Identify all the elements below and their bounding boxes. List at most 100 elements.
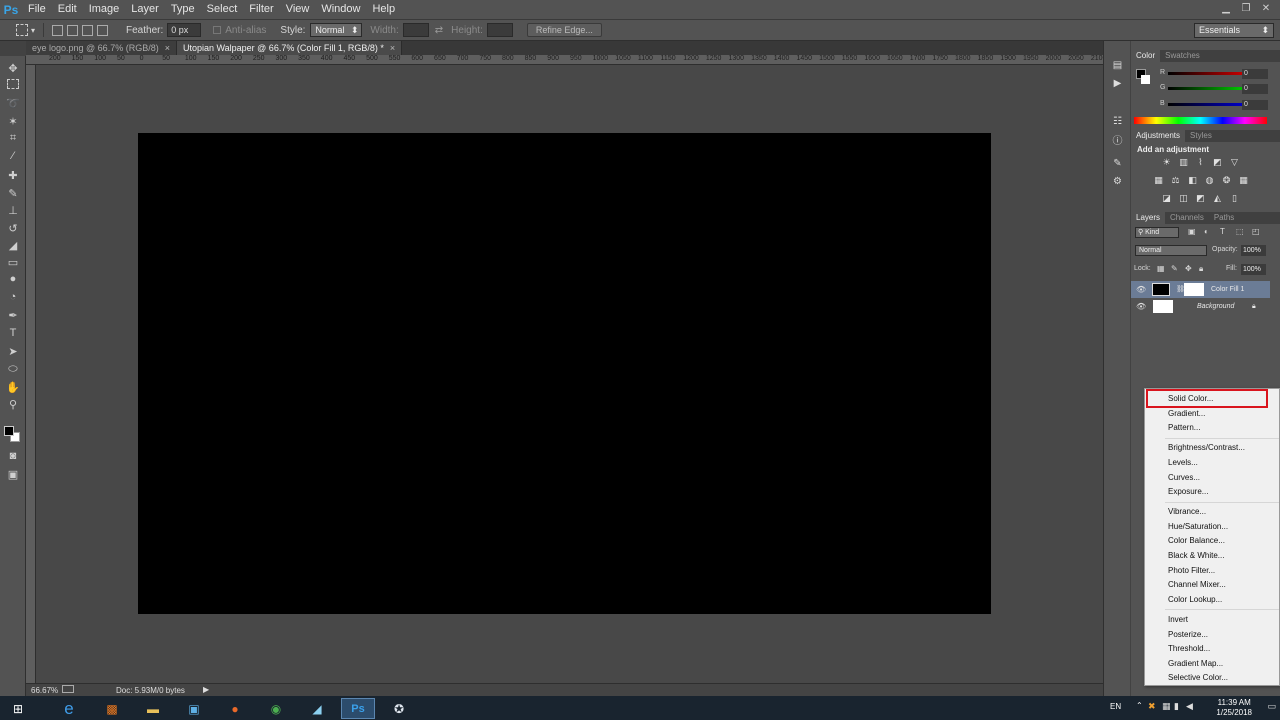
type-filter-icon[interactable]: T <box>1220 227 1225 236</box>
actions-panel-icon[interactable]: ▶ <box>1111 77 1124 90</box>
levels-icon[interactable]: ▥ <box>1178 157 1189 168</box>
app-icon[interactable]: ▣ <box>177 698 211 719</box>
minimize-icon[interactable]: ▁ <box>1218 0 1234 16</box>
invert-icon[interactable]: ◪ <box>1161 193 1172 204</box>
smart-object-filter-icon[interactable]: ◰ <box>1252 227 1260 236</box>
history-brush-icon[interactable]: ↺ <box>6 221 20 235</box>
channel-b-value[interactable]: 0 <box>1242 100 1268 110</box>
close-tab-icon[interactable]: × <box>165 43 170 53</box>
shape-filter-icon[interactable]: ⬚ <box>1236 227 1244 236</box>
menu-item-gradient[interactable]: Gradient... <box>1168 407 1205 420</box>
menu-view[interactable]: View <box>280 0 316 19</box>
firefox-icon[interactable]: ● <box>218 698 252 719</box>
menu-help[interactable]: Help <box>366 0 401 19</box>
height-input[interactable] <box>486 23 513 37</box>
gradient-map-icon[interactable]: ▯ <box>1229 193 1240 204</box>
color-balance-icon[interactable]: ⚖ <box>1170 175 1181 186</box>
tab-styles[interactable]: Styles <box>1185 130 1217 142</box>
clone-stamp-icon[interactable]: ⊥ <box>6 203 20 217</box>
menu-item-photo-filter[interactable]: Photo Filter... <box>1168 564 1215 577</box>
lock-transparent-icon[interactable]: ▦ <box>1157 264 1165 273</box>
pen-tool-icon[interactable]: ✒ <box>6 308 20 322</box>
menu-type[interactable]: Type <box>165 0 201 19</box>
threshold-icon[interactable]: ◩ <box>1195 193 1206 204</box>
anti-alias-checkbox[interactable] <box>213 26 222 34</box>
eyedropper-icon[interactable]: ⁄ <box>6 149 20 163</box>
tab-channels[interactable]: Channels <box>1165 212 1209 224</box>
exposure-icon[interactable]: ◩ <box>1212 157 1223 168</box>
menu-window[interactable]: Window <box>315 0 366 19</box>
tab-utopian-walpaper[interactable]: Utopian Walpaper @ 66.7% (Color Fill 1, … <box>176 41 403 55</box>
healing-brush-icon[interactable]: ✚ <box>6 168 20 182</box>
chrome-icon[interactable]: ◉ <box>259 698 293 719</box>
sublime-icon[interactable]: ◢ <box>300 698 334 719</box>
marquee-tool-icon[interactable] <box>7 79 19 89</box>
opacity-input[interactable]: 100% <box>1241 245 1266 256</box>
color-lookup-icon[interactable]: ▦ <box>1238 175 1249 186</box>
blend-mode-dropdown[interactable]: Normal <box>1135 245 1207 256</box>
history-panel-icon[interactable]: ▤ <box>1111 59 1124 72</box>
intersect-selection-icon[interactable] <box>97 24 109 36</box>
zoom-tool-icon[interactable]: ⚲ <box>6 397 20 411</box>
menu-item-posterize[interactable]: Posterize... <box>1168 628 1208 641</box>
properties-panel-icon[interactable]: ☷ <box>1111 115 1124 128</box>
network-icon[interactable]: ▮ <box>1174 701 1179 712</box>
chevron-down-icon[interactable]: ▾ <box>31 26 35 35</box>
tool-icon[interactable]: ✪ <box>382 698 416 719</box>
path-selection-icon[interactable]: ➤ <box>6 344 20 358</box>
tray-adobe-icon[interactable]: ▦ <box>1162 701 1171 712</box>
layer-row-background[interactable]: 👁︎ Background 🔒︎ <box>1131 298 1270 315</box>
tab-adjustments[interactable]: Adjustments <box>1131 130 1186 142</box>
lock-all-icon[interactable]: 🔒︎ <box>1199 264 1203 274</box>
menu-layer[interactable]: Layer <box>125 0 165 19</box>
menu-item-solid-color[interactable]: Solid Color... <box>1168 392 1213 405</box>
magic-wand-icon[interactable]: ✶ <box>6 114 20 128</box>
menu-item-hue-saturation[interactable]: Hue/Saturation... <box>1168 520 1228 533</box>
tab-layers[interactable]: Layers <box>1131 212 1166 224</box>
menu-item-threshold[interactable]: Threshold... <box>1168 642 1210 655</box>
screen-mode-icon[interactable]: ▣ <box>6 467 20 481</box>
menu-item-black-white[interactable]: Black & White... <box>1168 549 1224 562</box>
channel-g-value[interactable]: 0 <box>1242 84 1268 94</box>
close-tab-icon[interactable]: × <box>390 43 395 53</box>
shape-tool-icon[interactable]: ⬭ <box>6 362 20 376</box>
menu-item-levels[interactable]: Levels... <box>1168 456 1198 469</box>
document-canvas[interactable] <box>138 133 991 614</box>
file-explorer-icon[interactable]: ▬ <box>136 698 170 719</box>
tool-presets-icon[interactable]: ⚙ <box>1111 175 1124 188</box>
status-icon[interactable] <box>62 685 74 693</box>
close-icon[interactable]: ✕ <box>1258 0 1274 16</box>
internet-explorer-icon[interactable]: e <box>52 698 86 719</box>
info-panel-icon[interactable]: ⓘ <box>1111 133 1124 147</box>
tab-paths[interactable]: Paths <box>1209 212 1239 224</box>
xampp-icon[interactable]: ▩ <box>95 698 129 719</box>
type-tool-icon[interactable]: T <box>6 326 20 340</box>
eye-icon[interactable]: 👁︎ <box>1136 298 1146 315</box>
black-white-icon[interactable]: ◧ <box>1187 175 1198 186</box>
tab-swatches[interactable]: Swatches <box>1160 50 1205 62</box>
brush-tool-icon[interactable]: ✎ <box>6 186 20 200</box>
vibrance-icon[interactable]: ▽ <box>1229 157 1240 168</box>
tray-chevron-icon[interactable]: ⌃ <box>1136 701 1143 710</box>
hue-saturation-icon[interactable]: ▦ <box>1153 175 1164 186</box>
menu-item-pattern[interactable]: Pattern... <box>1168 421 1200 434</box>
menu-item-brightness-contrast[interactable]: Brightness/Contrast... <box>1168 441 1245 454</box>
menu-select[interactable]: Select <box>201 0 244 19</box>
menu-item-color-balance[interactable]: Color Balance... <box>1168 534 1225 547</box>
feather-input[interactable]: 0 px <box>167 23 202 37</box>
eye-icon[interactable]: 👁︎ <box>1136 281 1146 298</box>
layer-mask-thumbnail[interactable] <box>1184 283 1204 296</box>
menu-item-exposure[interactable]: Exposure... <box>1168 485 1208 498</box>
tab-eye-logo[interactable]: eye logo.png @ 66.7% (RGB/8) × <box>26 41 177 55</box>
style-dropdown[interactable]: Normal ⬍ <box>310 23 363 37</box>
adjustment-filter-icon[interactable]: ◐ <box>1204 227 1209 236</box>
workspace-dropdown[interactable]: Essentials ⬍ <box>1194 23 1274 38</box>
menu-item-curves[interactable]: Curves... <box>1168 471 1200 484</box>
brush-panel-icon[interactable]: ✎ <box>1111 157 1124 170</box>
posterize-icon[interactable]: ◫ <box>1178 193 1189 204</box>
menu-item-invert[interactable]: Invert <box>1168 613 1188 626</box>
color-spectrum[interactable] <box>1134 117 1267 124</box>
volume-icon[interactable]: ◀ <box>1186 701 1193 712</box>
menu-item-color-lookup[interactable]: Color Lookup... <box>1168 593 1222 606</box>
quick-mask-icon[interactable]: ◙ <box>6 449 20 463</box>
